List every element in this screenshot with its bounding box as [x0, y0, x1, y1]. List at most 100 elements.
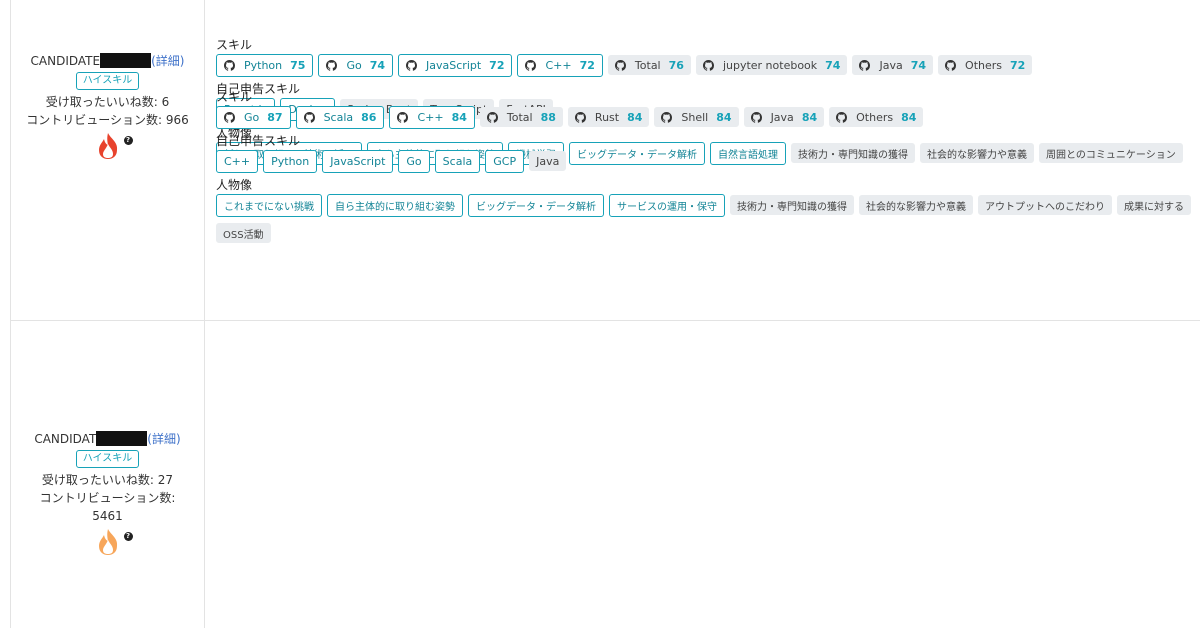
tag-label: C++: [224, 154, 251, 168]
tag: 社会的な影響力や意義: [859, 195, 973, 215]
persona-tag-list-overflow: OSS活動: [216, 221, 1196, 245]
help-question-icon[interactable]: ?: [123, 136, 133, 145]
candidate-info: CANDIDAT (詳細) ハイスキル 受け取ったいいね数: 27 コントリビュー…: [11, 321, 205, 628]
persona-heading: 人物像: [216, 178, 253, 192]
skill-score: 72: [489, 58, 505, 72]
tag-label: GCP: [493, 154, 517, 168]
skill-tag: JavaScript 72: [398, 53, 513, 77]
tag: Go: [398, 149, 430, 173]
github-icon: [486, 111, 507, 123]
tag-label: Go: [244, 110, 260, 124]
skill-score: 84: [901, 110, 917, 124]
skills-heading: スキル: [216, 38, 253, 52]
redacted-block: [96, 431, 148, 446]
github-icon: [614, 59, 635, 71]
tag: OSS活動: [216, 223, 271, 243]
tag: ビッグデータ・データ解析: [468, 193, 604, 217]
tag: これまでにない挑戦: [216, 193, 322, 217]
redacted-block: [100, 53, 152, 68]
github-icon: [406, 59, 426, 71]
persona-tag-list: これまでにない挑戦 自ら主体的に取り組む姿勢 ビッグデータ・データ解析 サービスの運用…: [216, 193, 1196, 217]
tag-label: JavaScript: [426, 58, 482, 72]
contribution-value: 5461: [92, 509, 123, 523]
tag-label: Java: [879, 58, 903, 72]
detail-link[interactable]: (詳細): [151, 54, 184, 68]
detail-link[interactable]: (詳細): [147, 432, 180, 446]
tag: 成果に対する: [1117, 195, 1191, 215]
skill-score: 88: [540, 110, 556, 124]
tag-label: Scala: [442, 154, 473, 168]
tag-label: アウトプットへのこだわり: [985, 201, 1105, 213]
github-icon: [326, 59, 346, 71]
skill-tag: Total 76: [607, 55, 691, 75]
help-question-icon[interactable]: ?: [123, 532, 133, 541]
candidate-id-prefix: CANDIDAT: [34, 432, 97, 446]
skill-tag: Python 75: [216, 53, 314, 77]
github-icon: [574, 111, 595, 123]
skill-score: 84: [627, 110, 643, 124]
skill-tag: Java 84: [743, 107, 825, 127]
fire-icon: ?: [93, 527, 133, 557]
skill-score: 86: [361, 110, 377, 124]
github-icon: [702, 59, 723, 71]
tag: Java: [529, 151, 567, 171]
skill-tag-list: Python 75 Go 74 JavaScript 72 C++ 72 Total 76 jupy…: [216, 53, 1188, 77]
github-icon: [303, 111, 324, 123]
skill-score: 84: [801, 110, 818, 124]
self-skill-tag-list: C++ Python JavaScript Go Scala GCP Java: [216, 149, 1196, 173]
skill-score: 74: [369, 58, 386, 72]
skill-tag: Rust 84: [567, 107, 650, 127]
tag-label: 社会的な影響力や意義: [866, 201, 966, 213]
tag-label: Java: [536, 154, 560, 168]
tag-label: ビッグデータ・データ解析: [476, 201, 596, 213]
tag-label: 自ら主体的に取り組む姿勢: [335, 201, 455, 213]
skill-score: 75: [290, 58, 306, 72]
tag-label: 技術力・専門知識の獲得: [737, 201, 847, 213]
tag-label: Python: [271, 154, 310, 168]
github-icon: [397, 111, 417, 123]
tag-label: これまでにない挑戦: [224, 201, 314, 213]
likes-count: 受け取ったいいね数: 6: [45, 95, 170, 109]
tag-label: Others: [965, 58, 1002, 72]
tag: GCP: [485, 149, 525, 173]
tag-label: サービスの運用・保守: [617, 201, 717, 213]
candidate-row: CANDIDAT (詳細) ハイスキル 受け取ったいいね数: 27 コントリビュー…: [11, 90, 1200, 628]
tag: Scala: [434, 149, 481, 173]
github-icon: [224, 111, 244, 123]
skill-score: 84: [716, 110, 732, 124]
tag-label: Java: [770, 110, 794, 124]
skill-tag: Go 74: [318, 53, 394, 77]
skill-score: 84: [451, 110, 467, 124]
skill-tag: C++ 72: [517, 53, 603, 77]
tag-label: JavaScript: [330, 154, 386, 168]
skill-tag-list: Go 87 Scala 86 C++ 84 Total 88 Rust 84 Shell 84 Java…: [216, 105, 1196, 129]
tag-label: Shell: [681, 110, 709, 124]
tag: アウトプットへのこだわり: [978, 195, 1112, 215]
skill-score: 72: [579, 58, 595, 72]
skill-tag: Shell 84: [654, 107, 739, 127]
github-icon: [836, 111, 856, 123]
candidate-info: CANDIDATE (詳細) ハイスキル 受け取ったいいね数: 6 コントリビュー…: [11, 0, 205, 320]
tag: 技術力・専門知識の獲得: [730, 195, 854, 215]
contribution-count: コントリビューション数:: [39, 491, 176, 505]
github-icon: [945, 59, 965, 71]
tag-label: Total: [634, 58, 661, 72]
candidate-table: CANDIDATE (詳細) ハイスキル 受け取ったいいね数: 6 コントリビュー…: [10, 0, 1200, 628]
contribution-count: コントリビューション数: 966: [26, 113, 189, 127]
tag: JavaScript: [322, 149, 394, 173]
self-skills-heading: 自己申告スキル: [216, 134, 301, 148]
tag: 自ら主体的に取り組む姿勢: [327, 193, 463, 217]
high-skill-badge: ハイスキル: [75, 450, 140, 468]
high-skill-badge: ハイスキル: [75, 72, 140, 90]
tag-label: jupyter notebook: [722, 58, 818, 72]
tag-label: Scala: [323, 110, 354, 124]
skill-tag: Java 74: [852, 55, 934, 75]
fire-icon: ?: [93, 131, 133, 161]
github-icon: [750, 111, 771, 123]
tag-label: Rust: [594, 110, 620, 124]
candidate-id: CANDIDATE (詳細): [11, 52, 204, 70]
skill-tag: jupyter notebook 74: [695, 55, 848, 75]
tag: C++: [216, 149, 259, 173]
candidate-id-prefix: CANDIDATE: [30, 54, 101, 68]
tag-label: Go: [346, 58, 362, 72]
